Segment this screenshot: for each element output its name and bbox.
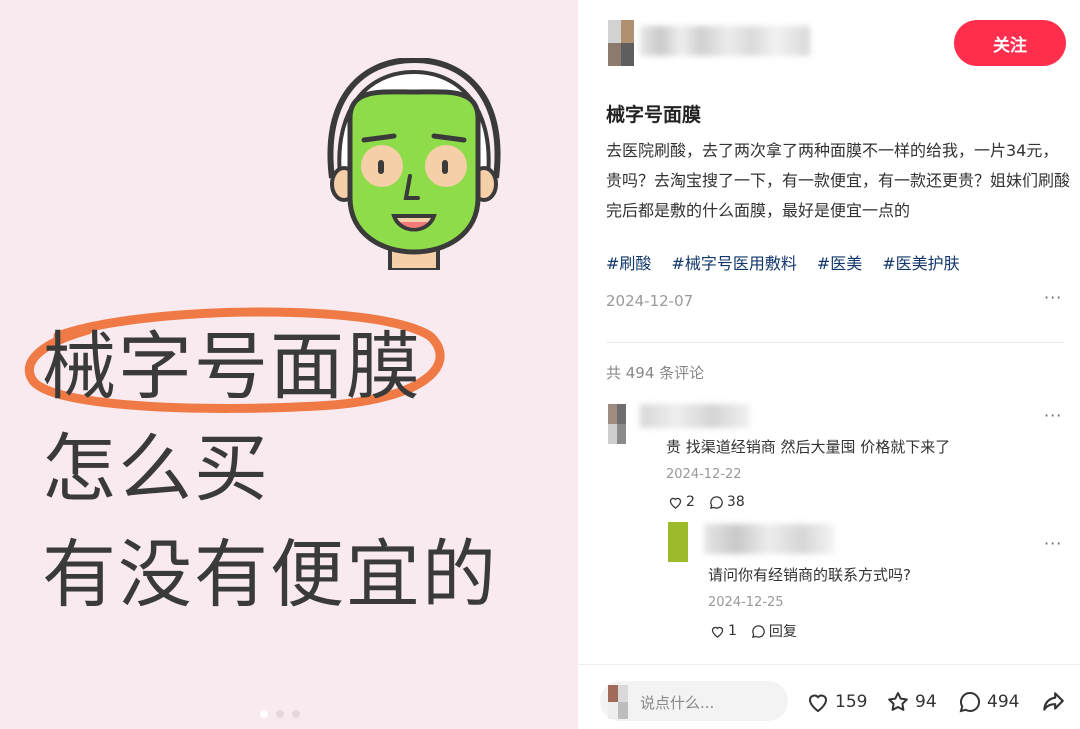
reply-text: 请问你有经销商的联系方式吗?: [708, 566, 911, 584]
user-avatar: [608, 685, 628, 719]
author-avatar[interactable]: [608, 20, 634, 66]
carousel-dot[interactable]: [260, 710, 268, 718]
comment-date: 2024-12-22: [666, 467, 742, 482]
comment-button[interactable]: 494: [958, 690, 1019, 714]
like-count: 159: [835, 692, 868, 712]
comment-more-icon[interactable]: ···: [1044, 406, 1062, 425]
tag-link[interactable]: #医美: [817, 250, 862, 274]
collect-button[interactable]: 94: [886, 690, 937, 714]
comment-avatar[interactable]: [608, 404, 626, 444]
comment-count: 共 494 条评论: [606, 364, 705, 382]
author-bar: 关注: [578, 0, 1080, 88]
author-name-blurred[interactable]: [640, 26, 810, 56]
comment-actions: 2 38: [668, 494, 745, 510]
reply-author-blurred[interactable]: [704, 524, 834, 554]
comment-author-blurred[interactable]: [640, 404, 750, 428]
comment-input-placeholder[interactable]: 说点什么...: [640, 692, 714, 713]
poster-line-1: 械字号面膜: [42, 324, 422, 410]
heart-icon: [669, 497, 682, 509]
comment-like-button[interactable]: 2: [668, 494, 695, 510]
note-more-icon[interactable]: ···: [1044, 288, 1062, 307]
tag-list: #刷酸 #械字号医用敷料 #医美 #医美护肤: [606, 250, 960, 274]
tag-link[interactable]: #刷酸: [606, 250, 651, 274]
poster-line-2: 怎么买: [42, 426, 270, 512]
note-date: 2024-12-07: [606, 292, 694, 310]
collect-count: 94: [915, 692, 937, 712]
comment-total-count: 494: [987, 692, 1020, 712]
reply-actions: 1 回复: [710, 621, 797, 641]
reply-avatar[interactable]: [668, 522, 688, 562]
note-title: 械字号面膜: [606, 104, 702, 126]
tag-link[interactable]: #医美护肤: [882, 250, 959, 274]
chat-bubble-icon: [709, 495, 723, 509]
comment-text: 贵 找渠道经销商 然后大量囤 价格就下来了: [666, 438, 951, 456]
reply-reply-label: 回复: [768, 624, 797, 640]
app-root: 械字号面膜 怎么买 有没有便宜的 关注 械字号面膜 去医院刷酸，去了两次拿了两种…: [0, 0, 1080, 729]
like-button[interactable]: 159: [806, 690, 867, 714]
reply-like-count: 1: [728, 623, 737, 639]
heart-icon: [808, 694, 828, 713]
comment-like-count: 2: [686, 494, 695, 510]
reply-date: 2024-12-25: [708, 595, 784, 610]
carousel-indicator[interactable]: [260, 710, 300, 718]
reply-like-button[interactable]: 1: [710, 623, 737, 639]
share-icon[interactable]: [1040, 689, 1066, 715]
comment-reply-button[interactable]: 38: [709, 494, 745, 510]
poster-line-3: 有没有便宜的: [42, 532, 498, 618]
reply-reply-button[interactable]: 回复: [751, 621, 797, 641]
reply-more-icon[interactable]: ···: [1044, 534, 1062, 553]
bottom-action-bar: 说点什么... 159 94 494: [578, 665, 1080, 729]
note-body: 去医院刷酸，去了两次拿了两种面膜不一样的给我，一片34元，贵吗？去淘宝搜了一下，…: [606, 141, 1071, 220]
chat-bubble-icon: [751, 624, 765, 638]
heart-icon: [711, 626, 724, 638]
tag-link[interactable]: #械字号医用敷料: [671, 250, 796, 274]
divider: [606, 342, 1064, 343]
chat-bubble-icon: [959, 691, 981, 713]
comment-reply-count: 38: [726, 494, 745, 510]
follow-button[interactable]: 关注: [954, 20, 1066, 66]
note-image-carousel[interactable]: 械字号面膜 怎么买 有没有便宜的: [0, 0, 578, 729]
carousel-dot[interactable]: [276, 710, 284, 718]
note-detail-panel: 关注 械字号面膜 去医院刷酸，去了两次拿了两种面膜不一样的给我，一片34元，贵吗…: [578, 0, 1080, 729]
carousel-dot[interactable]: [292, 710, 300, 718]
star-icon: [888, 692, 908, 711]
face-mask-illustration: [327, 58, 501, 270]
